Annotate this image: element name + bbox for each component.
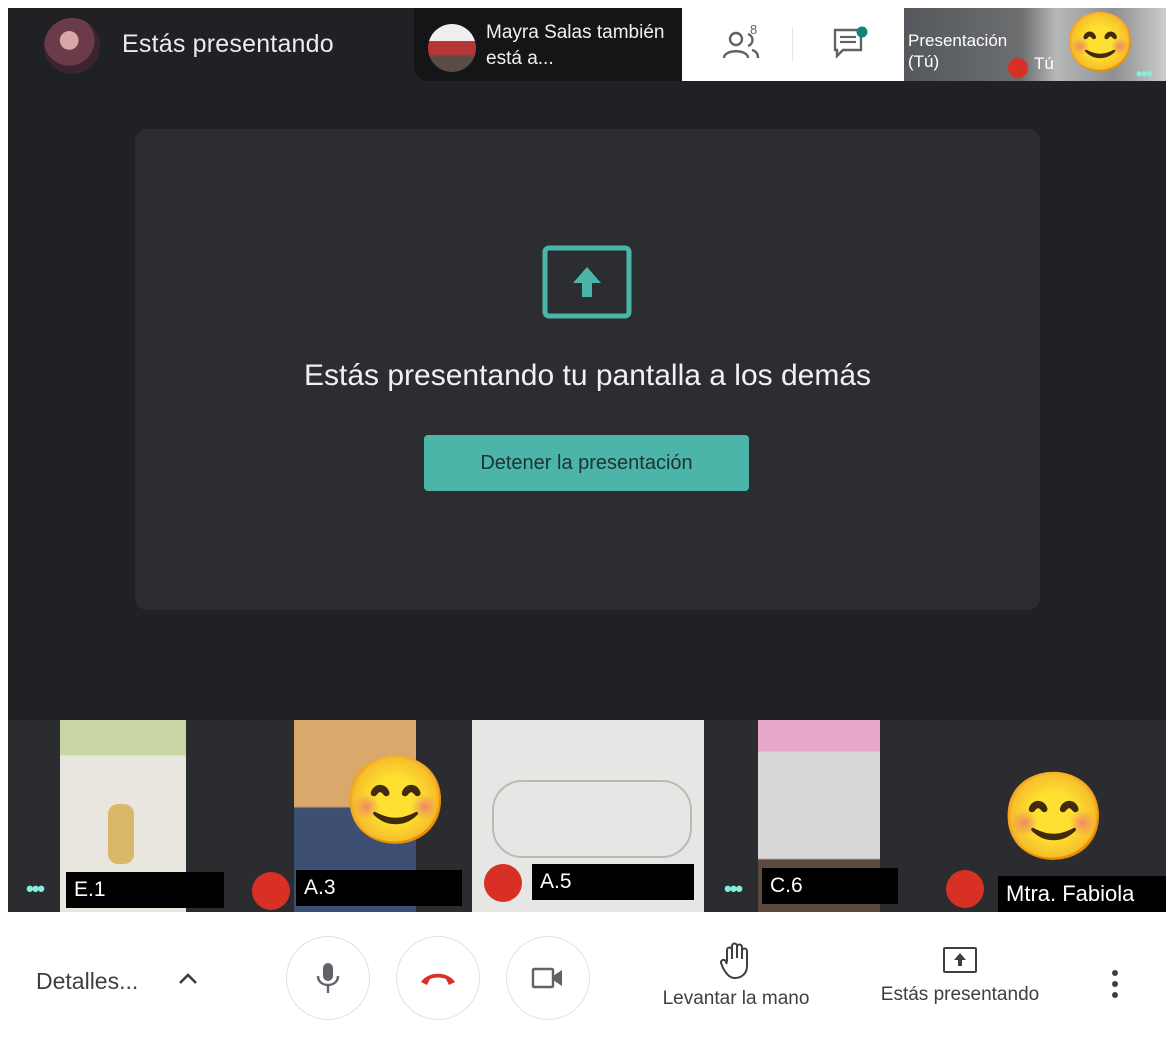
more-dots-icon[interactable]: ••• — [1136, 64, 1153, 81]
participant-tile[interactable]: 😊 A.3 — [230, 720, 468, 912]
presenter-avatar — [44, 18, 100, 74]
participant-tile[interactable]: A.5 — [468, 720, 706, 912]
hangup-icon — [421, 973, 455, 985]
self-presentation-tile[interactable]: Presentación (Tú) Tú 😊 ••• — [904, 8, 1166, 81]
self-you-label: Tú — [1034, 54, 1054, 73]
meeting-details-button[interactable]: Detalles... — [36, 968, 138, 995]
top-actions: 8 — [682, 8, 904, 81]
hand-icon — [719, 942, 748, 980]
bottom-control-bar: Detalles... Levantar la mano Estás prese… — [0, 912, 1172, 1040]
presenting-title: Estás presentando — [122, 30, 334, 58]
participant-name: A.3 — [296, 870, 462, 906]
toolbar-divider — [792, 28, 793, 62]
smile-emoji-icon: 😊 — [1064, 10, 1137, 75]
raise-hand-label: Levantar la mano — [662, 988, 810, 1009]
presenting-label: Estás presentando — [880, 984, 1040, 1005]
participant-strip: ••• E.1 😊 A.3 A.5 ••• C.6 😊 Mtra. Fabiol… — [8, 720, 1166, 912]
raise-hand-button[interactable]: Levantar la mano — [636, 942, 836, 1010]
chevron-up-icon[interactable] — [176, 967, 200, 991]
presenting-button[interactable]: Estás presentando — [860, 946, 1060, 1006]
smile-emoji-icon: 😊 — [342, 753, 450, 849]
microphone-button[interactable] — [286, 936, 370, 1020]
mic-off-icon — [1008, 58, 1028, 78]
present-screen-icon — [542, 245, 632, 319]
microphone-icon — [316, 963, 340, 993]
participant-name: Mtra. Fabiola — [998, 876, 1166, 912]
participant-name: C.6 — [762, 868, 898, 904]
participant-name: E.1 — [66, 872, 224, 908]
join-notification[interactable]: Mayra Salas también está a... — [414, 8, 686, 81]
camera-button[interactable] — [506, 936, 590, 1020]
mic-off-icon — [484, 864, 522, 902]
participant-tile[interactable]: 😊 Mtra. Fabiola — [934, 720, 1166, 912]
notification-avatar — [428, 24, 476, 72]
presenting-message: Estás presentando tu pantalla a los demá… — [303, 359, 872, 392]
hangup-button[interactable] — [396, 936, 480, 1020]
chat-icon[interactable] — [832, 26, 870, 60]
present-screen-icon — [943, 947, 977, 973]
participant-name: A.5 — [532, 864, 694, 900]
mic-off-icon — [946, 870, 984, 908]
mic-off-icon — [252, 872, 290, 910]
meeting-stage: Estás presentando Mayra Salas también es… — [8, 8, 1166, 912]
participant-tile[interactable]: ••• E.1 — [8, 720, 230, 912]
camera-icon — [531, 967, 562, 989]
more-vert-icon[interactable] — [1108, 968, 1122, 1000]
notification-text: Mayra Salas también está a... — [486, 22, 665, 69]
smile-emoji-icon: 😊 — [1000, 769, 1108, 865]
presenting-card: Estás presentando tu pantalla a los demá… — [135, 129, 1040, 610]
people-count: 8 — [750, 22, 758, 37]
stop-presenting-button[interactable]: Detener la presentación — [424, 435, 749, 491]
people-icon[interactable] — [722, 30, 766, 60]
more-dots-icon[interactable]: ••• — [724, 876, 743, 902]
more-dots-icon[interactable]: ••• — [26, 876, 45, 902]
participant-tile[interactable]: ••• C.6 — [706, 720, 934, 912]
